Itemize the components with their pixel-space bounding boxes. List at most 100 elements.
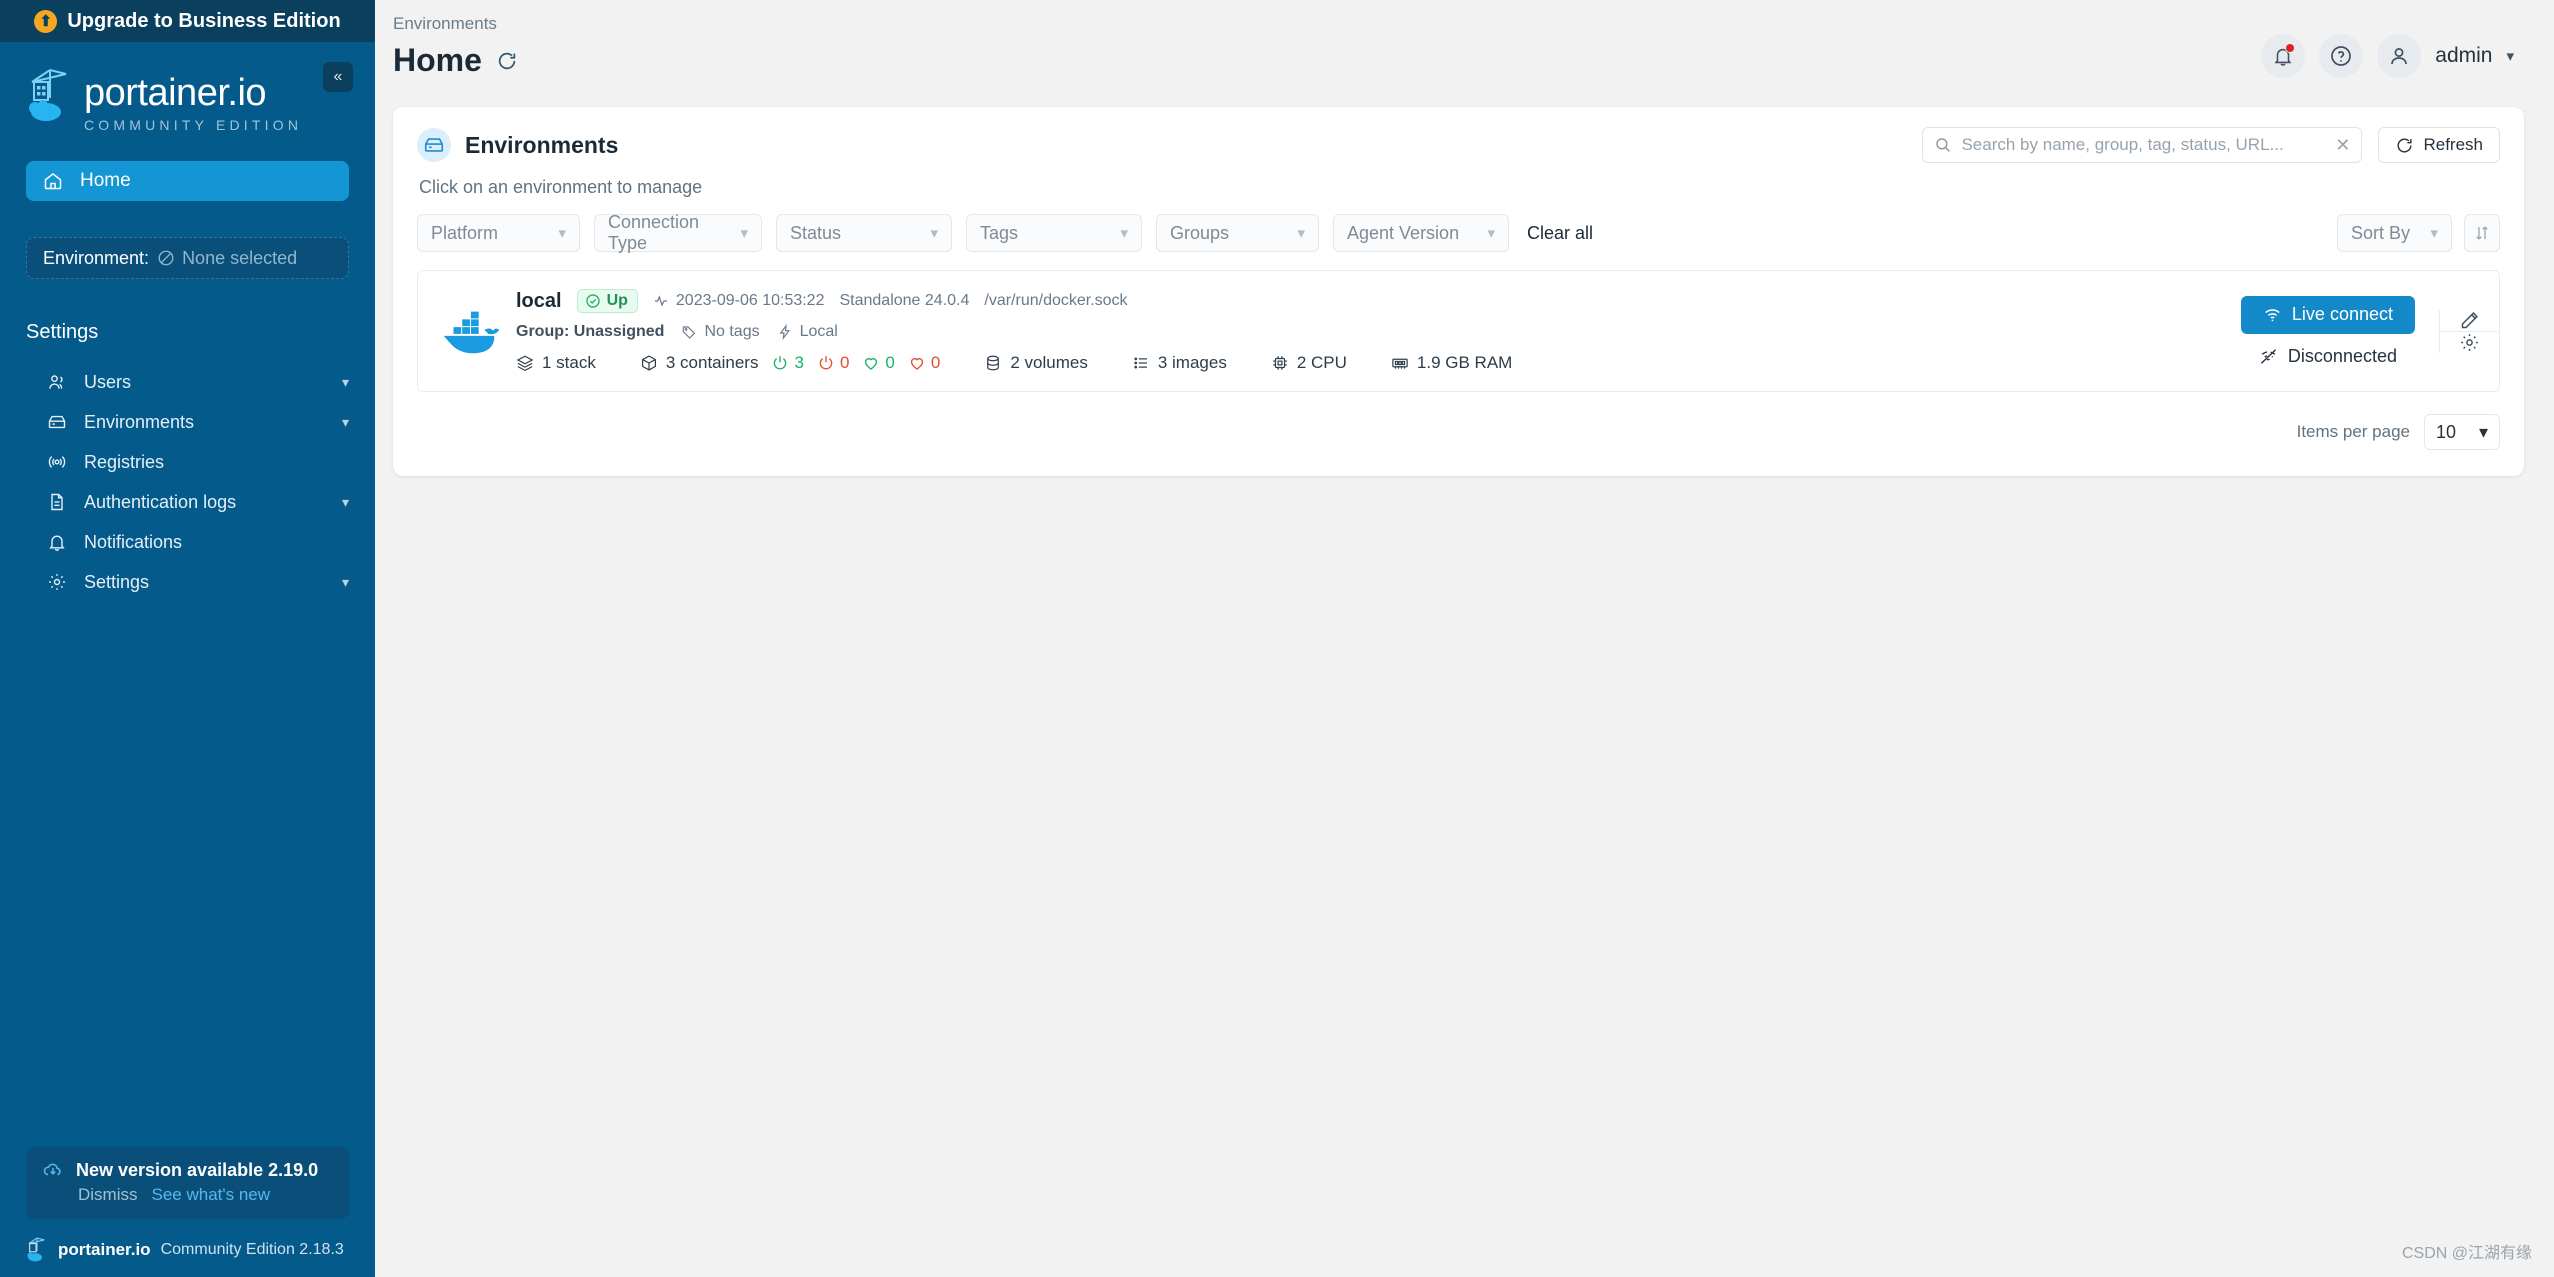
box-icon (417, 128, 451, 162)
environment-summary: local Up 2023-09-06 10:53:22 Standalone … (418, 271, 2217, 391)
sidebar-item-home[interactable]: Home (26, 161, 349, 201)
chevron-down-icon: ▾ (2478, 421, 2488, 442)
sidebar-collapse-button[interactable]: « (323, 62, 353, 92)
close-icon[interactable]: ✕ (2335, 135, 2350, 156)
sort-by-select[interactable]: Sort By ▾ (2337, 214, 2452, 252)
edit-environment-button[interactable] (2440, 309, 2499, 331)
chevron-down-icon: ▾ (341, 493, 349, 510)
stat-unhealthy: 0 (908, 353, 940, 373)
stat-volumes: 2 volumes (984, 353, 1088, 373)
clear-all-button[interactable]: Clear all (1527, 223, 1593, 244)
search-box[interactable]: ✕ (1922, 127, 2363, 163)
chevron-down-icon: ▾ (1297, 225, 1305, 242)
list-icon (1134, 357, 1147, 369)
refresh-icon[interactable] (496, 50, 518, 72)
filter-connection-type-label: Connection Type (608, 212, 700, 253)
stat-containers-value: 3 containers (665, 353, 759, 372)
chevron-down-icon: ▾ (341, 373, 349, 390)
search-input[interactable] (1961, 135, 2327, 155)
dismiss-version-link[interactable]: Dismiss (78, 1185, 138, 1205)
connection-state-label: Disconnected (2287, 345, 2397, 366)
sidebar-item-users[interactable]: Users ▾ (0, 362, 375, 402)
portainer-app: ⬆ Upgrade to Business Edition portainer.… (0, 0, 2554, 1277)
topbar-actions: admin ▾ (2261, 14, 2514, 79)
filter-status-label: Status (790, 222, 842, 243)
box-icon (46, 411, 68, 433)
cube-icon (641, 355, 656, 371)
sidebar-item-environments[interactable]: Environments ▾ (0, 402, 375, 442)
card-title: Environments (465, 131, 619, 158)
chevron-left-double-icon: « (333, 68, 343, 85)
see-whats-new-link[interactable]: See what's new (152, 1185, 271, 1205)
heart-broken-icon (910, 358, 923, 370)
stat-images-value: 3 images (1157, 353, 1227, 372)
upgrade-arrow-icon: ⬆ (34, 9, 58, 33)
stat-cpu-value: 2 CPU (1296, 353, 1347, 372)
filter-tags[interactable]: Tags ▾ (966, 214, 1142, 252)
status-badge-label: Up (606, 292, 628, 309)
help-circle-icon (2331, 45, 2352, 66)
stat-stopped: 0 (817, 353, 849, 373)
sort-arrows-icon (2476, 226, 2488, 240)
refresh-icon (2397, 137, 2413, 153)
card-subtitle: Click on an environment to manage (419, 177, 703, 197)
chevron-down-icon: ▾ (1120, 225, 1128, 242)
sort-direction-button[interactable] (2464, 214, 2500, 252)
avatar[interactable] (2377, 33, 2422, 78)
cloud-download-icon (43, 1163, 61, 1176)
environment-heartbeat: 2023-09-06 10:53:22 (653, 292, 824, 310)
filter-bar: Platform ▾ Connection Type ▾ Status ▾ Ta… (417, 212, 2500, 253)
filter-connection-type[interactable]: Connection Type ▾ (594, 212, 762, 253)
items-per-page-label: Items per page (2296, 422, 2410, 441)
stat-stopped-value: 0 (839, 353, 850, 372)
chevron-down-icon: ▾ (1487, 225, 1495, 242)
memory-icon (1392, 358, 1408, 369)
items-per-page-select[interactable]: 10 ▾ (2424, 414, 2500, 450)
environment-row[interactable]: local Up 2023-09-06 10:53:22 Standalone … (417, 270, 2500, 392)
upgrade-banner-label: Upgrade to Business Edition (67, 9, 341, 32)
sidebar-home-label: Home (80, 170, 131, 191)
wifi-icon (2265, 309, 2280, 322)
sidebar-item-notifications[interactable]: Notifications (0, 522, 375, 562)
footer-brand: portainer.io Community Edition 2.18.3 (0, 1237, 375, 1263)
topbar: Environments Home admin ▾ (375, 0, 2554, 79)
layers-icon (516, 355, 534, 372)
radio-icon (46, 451, 68, 473)
environment-settings-button[interactable] (2440, 330, 2499, 353)
refresh-button[interactable]: Refresh (2378, 127, 2500, 163)
environment-connection-value: Local (799, 323, 838, 340)
filter-agent-version[interactable]: Agent Version ▾ (1333, 214, 1509, 252)
users-icon (46, 371, 68, 393)
environment-value-wrap: None selected (157, 248, 297, 269)
stat-stacks: 1 stack (516, 353, 596, 373)
breadcrumb[interactable]: Environments (393, 14, 518, 34)
help-button[interactable] (2319, 33, 2364, 78)
stat-running-value: 3 (794, 353, 804, 372)
live-connect-button[interactable]: Live connect (2240, 295, 2415, 334)
footer-edition: Community Edition 2.18.3 (160, 1241, 344, 1258)
filter-groups[interactable]: Groups ▾ (1156, 214, 1319, 252)
sidebar-footer: New version available 2.19.0 Dismiss See… (0, 1147, 375, 1277)
filter-platform[interactable]: Platform ▾ (417, 214, 580, 252)
sidebar-item-registries-label: Registries (84, 451, 165, 472)
bell-icon (46, 531, 68, 553)
logo-title: portainer.io (84, 72, 267, 114)
filter-groups-label: Groups (1170, 222, 1230, 243)
stat-healthy: 0 (862, 353, 895, 373)
sidebar-item-settings-label: Settings (84, 571, 150, 592)
chevron-down-icon[interactable]: ▾ (2506, 47, 2514, 65)
sidebar-item-authentication-logs[interactable]: Authentication logs ▾ (0, 482, 375, 522)
sidebar-item-settings[interactable]: Settings ▾ (0, 562, 375, 602)
chevron-down-icon: ▾ (558, 225, 566, 242)
environment-group: Group: Unassigned (516, 323, 665, 340)
filter-status[interactable]: Status ▾ (776, 214, 952, 252)
portainer-logo-icon (27, 1237, 45, 1262)
search-icon (1936, 138, 1951, 152)
notifications-button[interactable] (2261, 33, 2306, 78)
upgrade-banner[interactable]: ⬆ Upgrade to Business Edition (0, 0, 375, 42)
page-title: Home (393, 42, 482, 78)
sidebar-item-registries[interactable]: Registries (0, 442, 375, 482)
footer-brand-name: portainer.io (58, 1240, 151, 1259)
version-notice-title: New version available 2.19.0 (76, 1159, 319, 1180)
sidebar-environment-indicator: Environment: None selected (26, 237, 349, 279)
